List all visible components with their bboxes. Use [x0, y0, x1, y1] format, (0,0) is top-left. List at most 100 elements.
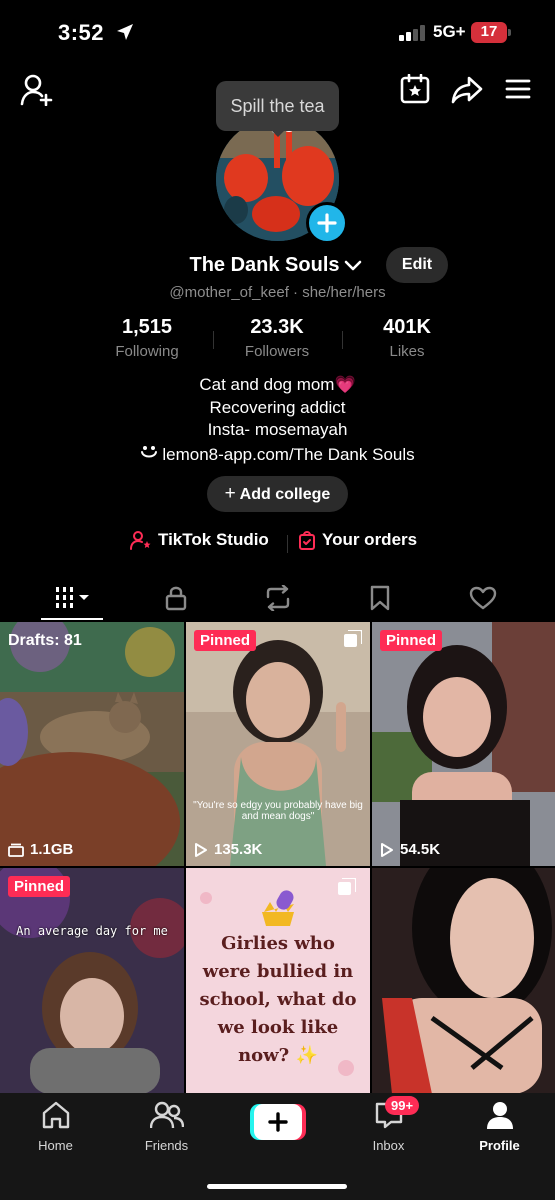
profile-icon: [486, 1102, 513, 1129]
pinned-badge: Pinned: [380, 630, 443, 651]
status-bar: 3:52 5G+ 17: [0, 0, 555, 66]
battery-icon: 17: [471, 22, 511, 43]
tab-favorites[interactable]: [324, 576, 435, 619]
bio-line: Cat and dog mom💗: [199, 375, 356, 394]
chevron-down-icon: [344, 260, 361, 270]
nav-friends-label: Friends: [144, 1138, 189, 1153]
profile-bio: Cat and dog mom💗 Recovering addict Insta…: [0, 374, 555, 442]
nav-home-label: Home: [38, 1138, 73, 1153]
followers-count: 23.3K: [250, 316, 304, 338]
add-avatar-button[interactable]: [306, 202, 348, 244]
storage-icon: [8, 843, 24, 857]
account-switcher[interactable]: The Dank Souls: [189, 254, 361, 277]
home-icon: [42, 1101, 69, 1129]
view-count: 135.3K: [194, 841, 262, 858]
profile-stats: 1,515 Following 23.3K Followers 401K Lik…: [80, 316, 475, 366]
active-tab-indicator: [41, 618, 103, 620]
tab-private[interactable]: [120, 576, 231, 619]
video-thumbnail: [186, 622, 370, 866]
create-plus-icon: [250, 1104, 306, 1140]
nav-friends[interactable]: Friends: [111, 1101, 222, 1153]
video-tile[interactable]: [372, 868, 555, 1094]
stat-following[interactable]: 1,515 Following: [82, 316, 212, 360]
tab-videos[interactable]: [17, 576, 128, 619]
tab-liked[interactable]: [427, 576, 538, 619]
your-orders-label: Your orders: [322, 530, 418, 549]
video-thumbnail: [372, 868, 555, 1094]
shopping-bag-icon: [299, 531, 315, 550]
video-tile[interactable]: Girlies who were bullied in school, what…: [186, 868, 370, 1094]
plus-icon: +: [224, 483, 236, 504]
inbox-badge: 99+: [385, 1096, 420, 1115]
battery-level: 17: [480, 23, 498, 40]
video-thumbnail: [0, 868, 184, 1094]
video-tile[interactable]: Pinned An average day for me: [0, 868, 184, 1094]
likes-count: 401K: [383, 316, 431, 338]
video-grid: Drafts: 81 1.1GB Pinned "You're so edgy …: [0, 622, 555, 1094]
nav-inbox-label: Inbox: [372, 1138, 405, 1153]
photo-post-text: Girlies who were bullied in school, what…: [199, 933, 357, 1066]
network-type: 5G+: [433, 22, 466, 41]
cellular-signal-icon: [399, 25, 425, 41]
likes-label: Likes: [389, 343, 425, 360]
grid-videos-icon: [55, 586, 89, 608]
video-tile[interactable]: Pinned 54.5K: [372, 622, 555, 866]
video-tile[interactable]: Pinned "You're so edgy you probably have…: [186, 622, 370, 866]
video-thumbnail: [0, 622, 184, 866]
bio-link-text: lemon8-app.com/The Dank Souls: [162, 445, 415, 464]
location-arrow-icon: [117, 24, 133, 40]
lock-icon: [165, 586, 186, 610]
drafts-tile[interactable]: Drafts: 81 1.1GB: [0, 622, 184, 866]
stat-likes[interactable]: 401K Likes: [342, 316, 472, 360]
view-count: 54.5K: [380, 841, 440, 858]
repost-icon: [266, 584, 289, 611]
edit-profile-button[interactable]: Edit: [386, 247, 448, 283]
bio-link[interactable]: lemon8-app.com/The Dank Souls: [0, 445, 555, 465]
bio-line: Recovering addict: [209, 397, 346, 417]
play-icon: [381, 842, 393, 857]
nav-profile-label: Profile: [479, 1138, 520, 1153]
draft-size-value: 1.1GB: [30, 841, 74, 858]
studio-icon: [130, 531, 151, 550]
heart-icon: [469, 586, 496, 609]
multi-photo-icon: [344, 630, 362, 647]
tooltip-bubble[interactable]: Spill the tea: [216, 81, 339, 131]
video-caption: "You're so edgy you probably have big an…: [193, 800, 363, 822]
view-count-value: 54.5K: [400, 841, 441, 858]
following-count: 1,515: [121, 316, 173, 338]
calendar-star-icon[interactable]: [400, 74, 430, 104]
create-button[interactable]: [250, 1104, 306, 1140]
display-name: The Dank Souls: [189, 254, 340, 276]
tiktok-studio-link[interactable]: TikTok Studio: [130, 530, 269, 550]
stat-followers[interactable]: 23.3K Followers: [212, 316, 342, 360]
video-overlay-text: An average day for me: [16, 924, 168, 938]
nav-home[interactable]: Home: [0, 1101, 111, 1153]
view-count-value: 135.3K: [214, 841, 263, 858]
bookmark-icon: [370, 585, 389, 610]
add-college-button[interactable]: + Add college: [207, 476, 348, 512]
play-icon: [195, 842, 207, 857]
pinned-badge: Pinned: [194, 630, 257, 651]
friends-icon: [149, 1101, 184, 1129]
menu-icon[interactable]: [505, 78, 531, 100]
multi-photo-icon: [338, 878, 356, 895]
add-friend-icon[interactable]: [20, 74, 54, 106]
your-orders-link[interactable]: Your orders: [298, 530, 417, 550]
divider: [287, 535, 288, 553]
status-time: 3:52: [58, 20, 105, 45]
nav-profile[interactable]: Profile: [444, 1101, 555, 1153]
profile-tabs: [0, 576, 555, 621]
home-indicator: [207, 1184, 347, 1189]
tiktok-studio-label: TikTok Studio: [158, 530, 269, 549]
add-college-label: Add college: [239, 486, 331, 503]
tooltip-arrow: [270, 129, 286, 137]
following-label: Following: [115, 343, 179, 360]
tab-reposts[interactable]: [222, 576, 333, 619]
drafts-count: Drafts: 81: [8, 632, 82, 649]
bio-line: Insta- mosemayah: [207, 420, 348, 439]
lemon8-icon: [141, 446, 158, 458]
share-icon[interactable]: [451, 76, 483, 104]
pinned-badge: Pinned: [8, 876, 71, 897]
profile-name-row: The Dank Souls: [0, 254, 555, 277]
username-pronouns: @mother_of_keef · she/her/hers: [169, 284, 386, 301]
